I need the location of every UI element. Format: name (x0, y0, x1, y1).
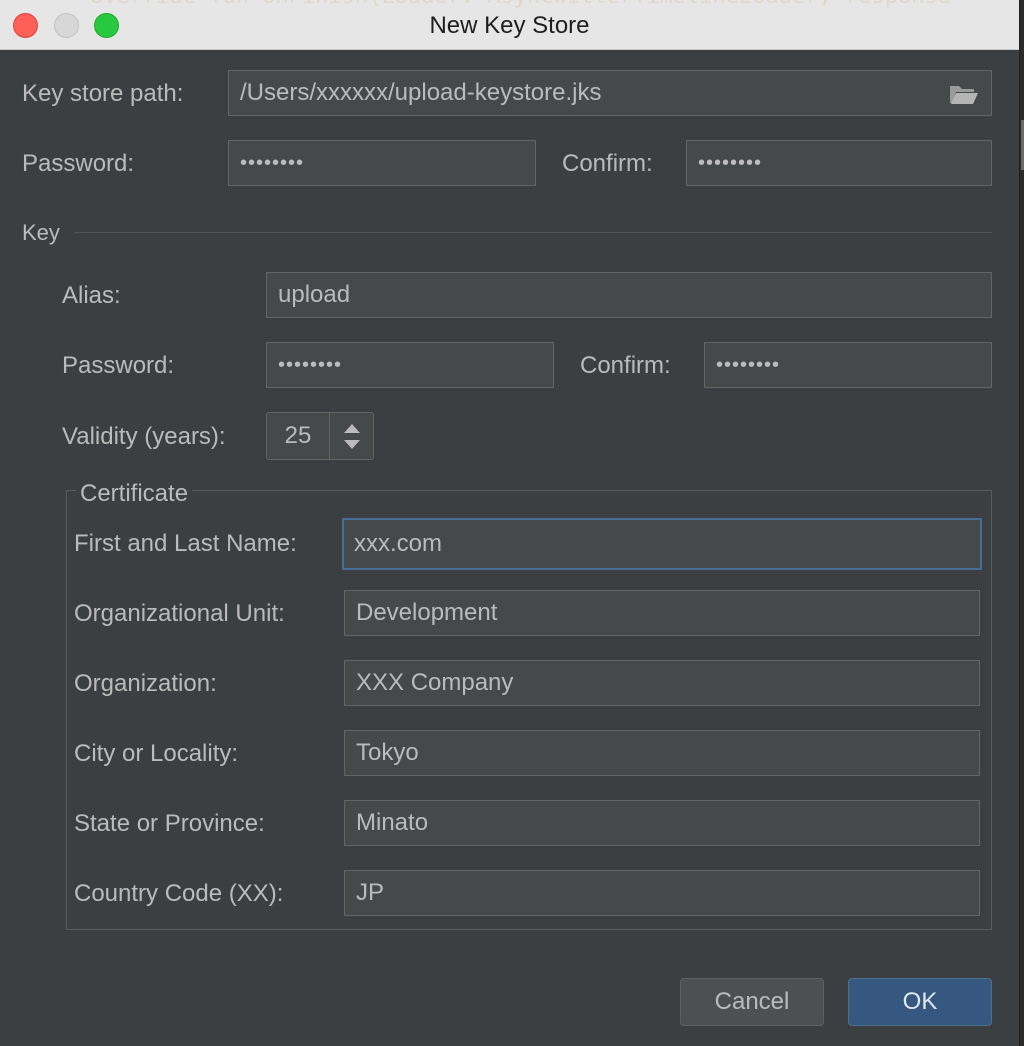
organization-label: Organization: (74, 670, 217, 697)
city-locality-input[interactable]: Tokyo (344, 730, 980, 776)
key-section-label: Key (22, 220, 60, 245)
cancel-button[interactable]: Cancel (680, 978, 824, 1026)
state-province-input[interactable]: Minato (344, 800, 980, 846)
key-store-path-value: /Users/xxxxxx/upload-keystore.jks (240, 79, 602, 106)
dialog-title: New Key Store (429, 12, 590, 39)
folder-icon[interactable] (949, 83, 979, 105)
validity-label: Validity (years): (62, 423, 226, 450)
organizational-unit-label: Organizational Unit: (74, 600, 285, 627)
keystore-password-label: Password: (22, 150, 135, 177)
validity-spinner[interactable]: 25 (266, 412, 374, 460)
ok-button[interactable]: OK (848, 978, 992, 1026)
country-code-label: Country Code (XX): (74, 880, 284, 907)
validity-value[interactable]: 25 (267, 413, 329, 459)
key-store-path-label: Key store path: (22, 80, 184, 107)
alias-label: Alias: (62, 282, 121, 309)
organizational-unit-input[interactable]: Development (344, 590, 980, 636)
first-last-name-input[interactable]: xxx.com (342, 518, 982, 570)
key-password-label: Password: (62, 352, 175, 379)
certificate-legend: Certificate (76, 480, 193, 508)
first-last-name-label: First and Last Name: (74, 530, 297, 557)
background-code-text: override fun onFinish(Loader: AsyncWitte… (90, 0, 951, 9)
up-down-arrows-icon[interactable] (330, 413, 374, 459)
key-confirm-input[interactable]: •••••••• (704, 342, 992, 388)
alias-input[interactable]: upload (266, 272, 992, 318)
background-editor-scrollbar (1020, 0, 1024, 1046)
key-store-path-input[interactable]: /Users/xxxxxx/upload-keystore.jks (228, 70, 992, 116)
keystore-confirm-input[interactable]: •••••••• (686, 140, 992, 186)
key-confirm-label: Confirm: (580, 352, 671, 379)
city-locality-label: City or Locality: (74, 740, 239, 767)
key-section-separator (74, 232, 992, 233)
key-password-input[interactable]: •••••••• (266, 342, 554, 388)
country-code-input[interactable]: JP (344, 870, 980, 916)
title-bar[interactable]: override fun onFinish(Loader: AsyncWitte… (0, 0, 1019, 50)
keystore-password-input[interactable]: •••••••• (228, 140, 536, 186)
new-key-store-dialog: override fun onFinish(Loader: AsyncWitte… (0, 0, 1020, 1046)
state-province-label: State or Province: (74, 810, 265, 837)
organization-input[interactable]: XXX Company (344, 660, 980, 706)
keystore-confirm-label: Confirm: (562, 150, 653, 177)
